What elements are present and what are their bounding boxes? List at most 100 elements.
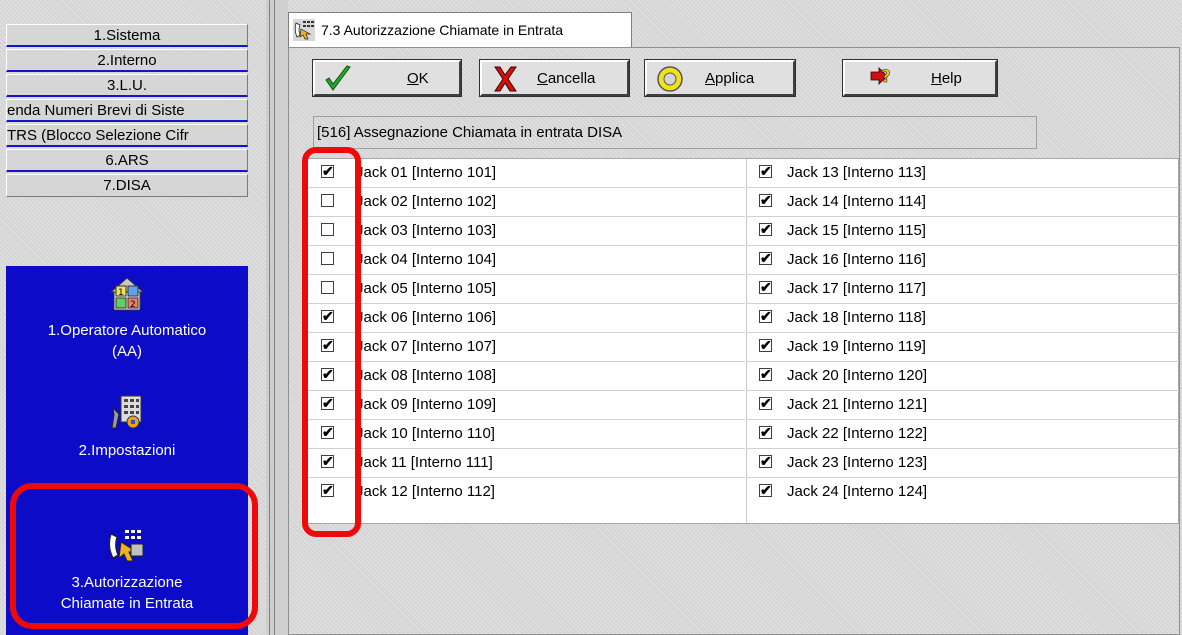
checkmark-icon: ✔	[760, 221, 772, 237]
jack-label: Jack 23 [Interno 123]	[787, 454, 928, 471]
jack-label: Jack 13 [Interno 113]	[787, 164, 926, 181]
jack-label: Jack 05 [Interno 105]	[356, 280, 497, 297]
jack-label: Jack 17 [Interno 117]	[787, 280, 926, 297]
jack-row: Jack 05 [Interno 105]	[307, 275, 745, 304]
checkmark-icon	[325, 65, 351, 91]
splitter-line	[274, 0, 275, 635]
checkmark-icon: ✔	[760, 395, 772, 411]
jack-row: Jack 02 [Interno 102]	[307, 188, 745, 217]
jack-row: ✔ Jack 13 [Interno 113]	[747, 159, 1179, 188]
menu-item-interno[interactable]: 2.Interno	[6, 49, 248, 72]
cancel-rest: ancella	[547, 70, 596, 87]
jack-label: Jack 11 [Interno 111]	[356, 454, 493, 471]
jack-row: ✔ Jack 21 [Interno 121]	[747, 391, 1179, 420]
nav-impostazioni[interactable]: 2.Impostazioni	[6, 394, 248, 461]
jack-checkbox[interactable]: ✔	[759, 192, 772, 208]
jack-row: ✔ Jack 01 [Interno 101]	[307, 159, 745, 188]
nav-operatore-automatico[interactable]: 1 2 1.Operatore Automatico (AA)	[6, 276, 248, 362]
menu-item-agenda-numeri-brevi[interactable]: enda Numeri Brevi di Siste	[6, 99, 248, 122]
jack-label: Jack 09 [Interno 109]	[356, 396, 497, 413]
jack-checkbox[interactable]: ✔	[759, 366, 772, 382]
jack-label: Jack 14 [Interno 114]	[787, 193, 926, 210]
jack-row: ✔ Jack 22 [Interno 122]	[747, 420, 1179, 449]
tab-autorizzazione-chiamate[interactable]: 7.3 Autorizzazione Chiamate in Entrata	[288, 12, 632, 48]
checkmark-icon: ✔	[760, 163, 772, 179]
jack-checkbox[interactable]: ✔	[759, 221, 772, 237]
jack-checkbox[interactable]: ✔	[759, 395, 772, 411]
ok-label: OK	[407, 70, 429, 87]
highlight-box-checkboxes	[302, 147, 361, 537]
jack-label: Jack 16 [Interno 116]	[787, 251, 926, 268]
menu-item-lu[interactable]: 3.L.U.	[6, 74, 248, 97]
jack-row: Jack 04 [Interno 104]	[307, 246, 745, 275]
ok-button[interactable]: OK	[312, 59, 462, 97]
panel-splitter[interactable]	[266, 0, 288, 635]
jack-checkbox[interactable]: ✔	[759, 279, 772, 295]
jack-checkbox[interactable]: ✔	[759, 163, 772, 179]
checkmark-icon: ✔	[760, 337, 772, 353]
nav-label-operatore-aa: (AA)	[112, 343, 142, 360]
menu-item-disa[interactable]: 7.DISA	[6, 174, 248, 197]
checkmark-icon: ✔	[760, 424, 772, 440]
operator-icon: 1 2	[109, 277, 145, 311]
ok-mnemonic: O	[407, 70, 419, 87]
jack-column-right: ✔ Jack 13 [Interno 113] ✔ Jack 14 [Interno …	[746, 159, 1179, 523]
apply-circle-icon	[657, 66, 683, 92]
jack-row: Jack 03 [Interno 103]	[307, 217, 745, 246]
jack-checkbox[interactable]: ✔	[759, 337, 772, 353]
jack-assignment-grid: ✔ Jack 01 [Interno 101] Jack 02 [Interno 1…	[306, 158, 1179, 524]
tab-label: 7.3 Autorizzazione Chiamate in Entrata	[321, 22, 564, 38]
checkmark-icon: ✔	[760, 308, 772, 324]
jack-checkbox[interactable]: ✔	[759, 250, 772, 266]
jack-checkbox[interactable]: ✔	[759, 482, 772, 498]
jack-row: ✔ Jack 18 [Interno 118]	[747, 304, 1179, 333]
jack-label: Jack 01 [Interno 101]	[356, 164, 497, 181]
checkmark-icon: ✔	[760, 453, 772, 469]
jack-row: ✔ Jack 23 [Interno 123]	[747, 449, 1179, 478]
description-field: [516] Assegnazione Chiamata in entrata D…	[313, 116, 1037, 149]
jack-checkbox[interactable]: ✔	[759, 453, 772, 469]
svg-text:2: 2	[130, 300, 136, 310]
jack-column-left: ✔ Jack 01 [Interno 101] Jack 02 [Interno 1…	[307, 159, 745, 523]
highlight-box-nav	[10, 483, 258, 629]
jack-checkbox[interactable]: ✔	[759, 308, 772, 324]
jack-label: Jack 19 [Interno 119]	[787, 338, 926, 355]
jack-row: ✔ Jack 20 [Interno 120]	[747, 362, 1179, 391]
help-button[interactable]: ? Help	[842, 59, 998, 97]
jack-label: Jack 22 [Interno 122]	[787, 425, 928, 442]
jack-label: Jack 07 [Interno 107]	[356, 338, 497, 355]
apply-label: Applica	[705, 70, 754, 87]
jack-row: ✔ Jack 17 [Interno 117]	[747, 275, 1179, 304]
help-rest: elp	[941, 70, 962, 87]
menu-item-ars[interactable]: 6.ARS	[6, 149, 248, 172]
jack-label: Jack 02 [Interno 102]	[356, 193, 497, 210]
jack-label: Jack 04 [Interno 104]	[356, 251, 497, 268]
jack-row: ✔ Jack 10 [Interno 110]	[307, 420, 745, 449]
apply-button[interactable]: Applica	[644, 59, 796, 97]
cancel-x-icon	[494, 66, 517, 92]
jack-row: ✔ Jack 14 [Interno 114]	[747, 188, 1179, 217]
jack-label: Jack 20 [Interno 120]	[787, 367, 928, 384]
navigation-panel: 1.Sistema 2.Interno 3.L.U. enda Numeri B…	[0, 0, 266, 635]
jack-label: Jack 12 [Interno 112]	[356, 483, 495, 500]
main-panel: 7.3 Autorizzazione Chiamate in Entrata O…	[288, 0, 1182, 635]
jack-label: Jack 21 [Interno 121]	[787, 396, 928, 413]
ok-rest: K	[418, 70, 429, 87]
svg-text:?: ?	[881, 67, 891, 87]
nav-label-impostazioni: 2.Impostazioni	[78, 442, 176, 459]
incoming-call-icon	[293, 19, 315, 41]
apply-mnemonic: A	[705, 70, 716, 87]
menu-item-sistema[interactable]: 1.Sistema	[6, 24, 248, 47]
cancel-button[interactable]: Cancella	[479, 59, 630, 97]
jack-checkbox[interactable]: ✔	[759, 424, 772, 440]
jack-label: Jack 18 [Interno 118]	[787, 309, 926, 326]
help-label: Help	[931, 70, 962, 87]
category-menu: 1.Sistema 2.Interno 3.L.U. enda Numeri B…	[6, 24, 248, 199]
jack-label: Jack 15 [Interno 115]	[787, 222, 926, 239]
checkmark-icon: ✔	[760, 192, 772, 208]
jack-label: Jack 24 [Interno 124]	[787, 483, 928, 500]
apply-rest: pplica	[715, 70, 755, 87]
menu-item-trs[interactable]: TRS (Blocco Selezione Cifr	[6, 124, 248, 147]
cancel-mnemonic: C	[537, 70, 548, 87]
splitter-line	[269, 0, 270, 635]
